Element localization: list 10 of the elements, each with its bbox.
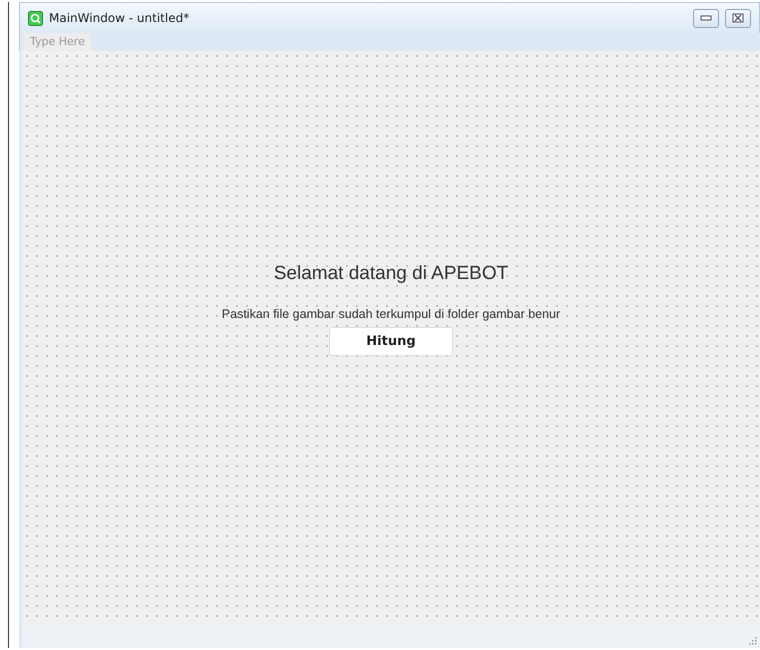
close-icon [732, 13, 744, 23]
resize-grip-icon [749, 637, 757, 645]
window-title: MainWindow - untitled* [49, 11, 190, 25]
count-button[interactable]: Hitung [328, 327, 453, 356]
minimize-button[interactable] [693, 8, 719, 28]
welcome-heading: Selamat datang di APEBOT [274, 263, 508, 285]
close-button[interactable] [725, 8, 751, 28]
app-icon [28, 10, 43, 26]
instruction-text: Pastikan file gambar sudah terkumpul di folder gambar benur [222, 307, 560, 321]
minimize-icon [700, 15, 712, 21]
